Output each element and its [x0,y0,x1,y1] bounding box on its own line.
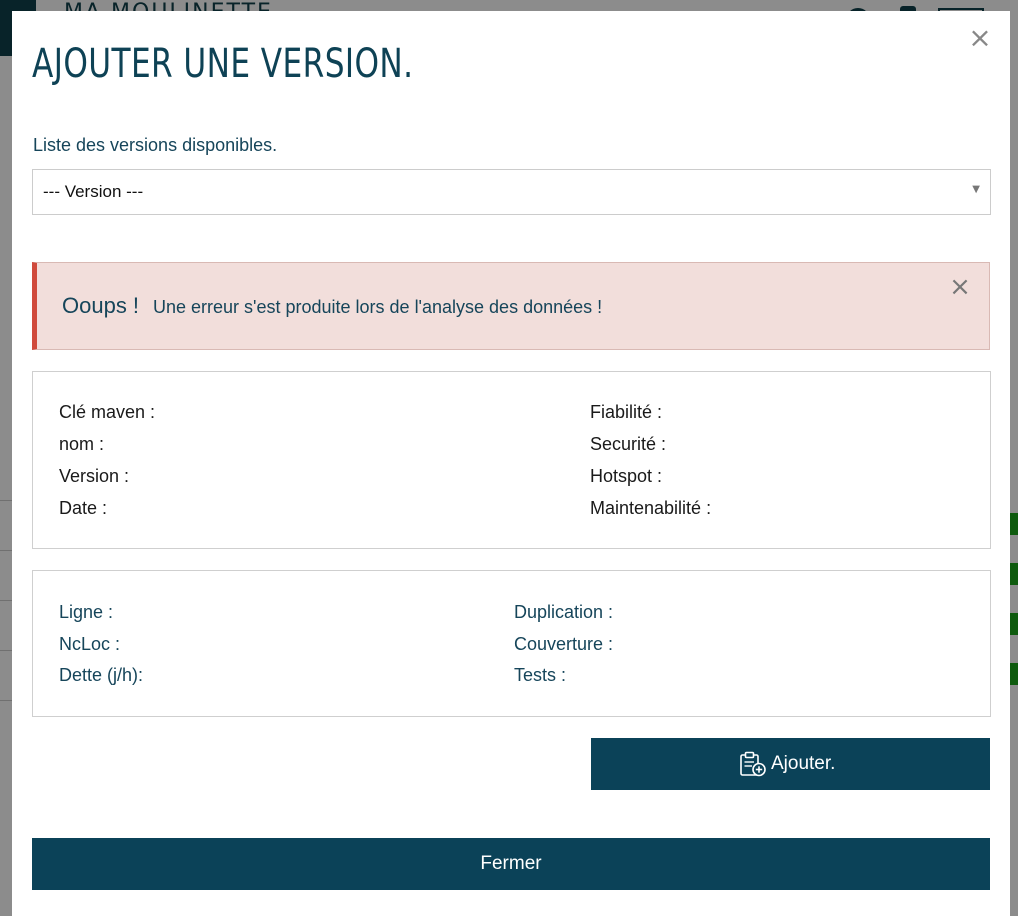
close-icon[interactable]: × [968,24,992,52]
field-name: nom : [59,434,105,454]
close-button[interactable]: Fermer [32,838,990,890]
field-coverage: Couverture : [514,634,614,654]
alert-close-icon[interactable]: × [949,274,971,300]
row-divider [0,650,12,651]
alert-message: Une erreur s'est produite lors de l'anal… [153,297,603,317]
error-alert: Ooups ! Une erreur s'est produite lors d… [32,262,990,350]
field-maintainability: Maintenabilité : [590,498,712,518]
versions-label: Liste des versions disponibles. [33,135,278,155]
chevron-down-icon: ▼ [972,184,980,195]
clipboard-add-icon [740,751,766,777]
field-ncloc: NcLoc : [59,634,121,654]
field-lines: Ligne : [59,602,114,622]
field-duplication: Duplication : [514,602,614,622]
close-button-label: Fermer [480,853,542,874]
add-version-modal: AJOUTER UNE VERSION. × Liste des version… [12,11,1010,916]
row-divider [0,600,12,601]
status-bar [1010,613,1018,635]
alert-title: Ooups ! [62,293,140,318]
version-select[interactable]: --- Version --- ▼ [32,169,991,215]
field-security: Securité : [590,434,667,454]
row-divider [0,500,12,501]
version-info-panel: Clé maven : nom : Version : Date : Fiabi… [32,371,991,549]
add-version-button[interactable]: Ajouter. [591,738,990,790]
field-hotspot: Hotspot : [590,466,663,486]
field-date: Date : [59,498,108,518]
field-reliability: Fiabilité : [590,402,663,422]
row-divider [0,700,12,701]
status-bar [1010,663,1018,685]
field-debt: Dette (j/h): [59,665,144,685]
add-button-label: Ajouter. [771,753,836,774]
version-select-value: --- Version --- [43,182,144,201]
status-bar [1010,563,1018,585]
version-stats-panel: Ligne : NcLoc : Dette (j/h): Duplication… [32,570,991,717]
status-bar [1010,513,1018,535]
field-version: Version : [59,466,130,486]
row-divider [0,550,12,551]
field-maven-key: Clé maven : [59,402,156,422]
field-tests: Tests : [514,665,567,685]
modal-title: AJOUTER UNE VERSION. [32,41,414,87]
